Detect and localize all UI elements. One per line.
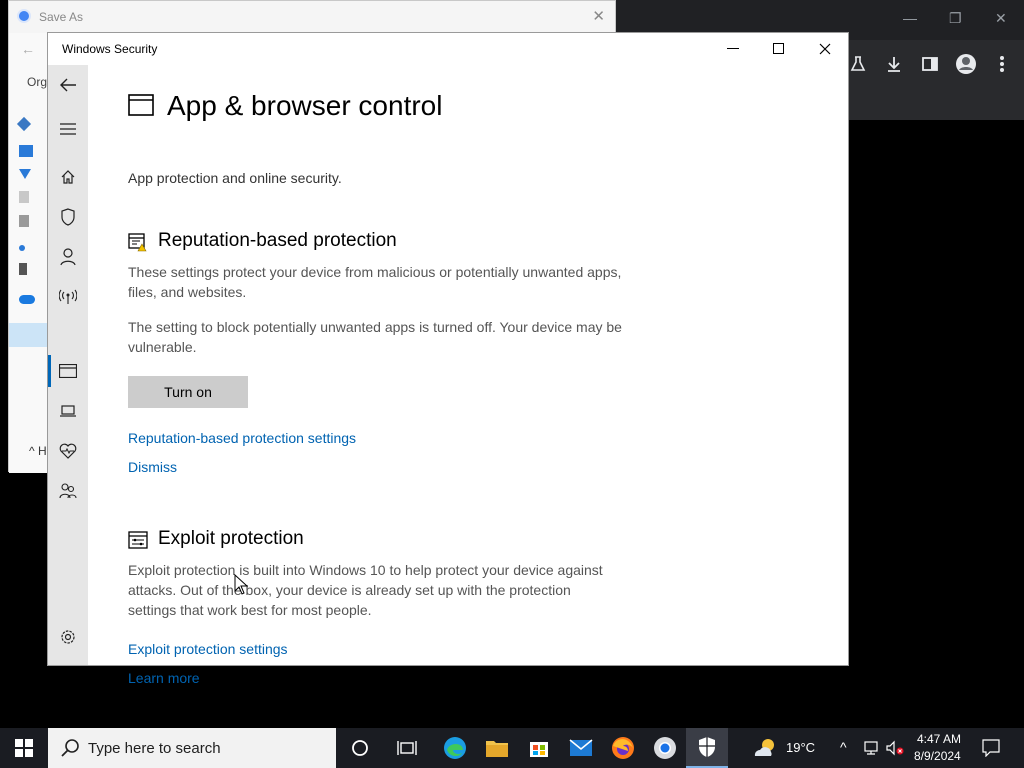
file-explorer-button[interactable] xyxy=(476,728,518,768)
active-nav-indicator xyxy=(48,355,51,387)
store-icon xyxy=(530,742,548,757)
back-arrow-icon[interactable]: ← xyxy=(21,41,35,57)
volume-muted-icon[interactable] xyxy=(886,740,904,756)
reputation-description: These settings protect your device from … xyxy=(128,264,622,300)
titlebar: Windows Security xyxy=(48,33,848,65)
security-shield-icon xyxy=(699,737,715,757)
documents-icon[interactable] xyxy=(19,191,29,203)
hide-folders-label: H xyxy=(37,444,47,458)
mouse-cursor-icon xyxy=(234,574,248,595)
dismiss-link[interactable]: Dismiss xyxy=(128,459,177,475)
sidepanel-icon[interactable] xyxy=(918,52,942,76)
clock-time[interactable]: 4:47 AM xyxy=(917,732,961,746)
search-placeholder: Type here to search xyxy=(88,740,221,757)
videos-icon[interactable] xyxy=(19,263,27,275)
reputation-settings-link[interactable]: Reputation-based protection settings xyxy=(128,430,356,446)
maximize-icon xyxy=(773,43,784,54)
main-content: App & browser control App protection and… xyxy=(128,65,828,686)
window-title: Windows Security xyxy=(62,42,158,56)
chrome-restore-button[interactable]: ❐ xyxy=(949,10,962,27)
app-browser-icon[interactable] xyxy=(56,359,80,383)
windows-security-window: Windows Security App & browser control A… xyxy=(48,33,848,686)
task-view-button[interactable] xyxy=(386,728,428,768)
hide-folders-button[interactable]: ^ H xyxy=(29,444,47,458)
weather-icon[interactable] xyxy=(752,736,780,760)
reputation-warning-icon xyxy=(128,233,147,252)
task-view-icon xyxy=(397,741,417,755)
profile-icon[interactable] xyxy=(954,52,978,76)
shield-icon[interactable] xyxy=(56,205,80,229)
family-options-icon[interactable] xyxy=(56,479,80,503)
chrome-taskbar-button[interactable] xyxy=(644,728,686,768)
save-as-titlebar: Save As ✕ xyxy=(9,1,615,34)
settings-gear-icon[interactable] xyxy=(56,625,80,649)
close-icon xyxy=(819,43,831,55)
mail-button[interactable] xyxy=(560,728,602,768)
taskbar-search-box[interactable]: Type here to search xyxy=(48,728,336,768)
chevron-up-icon[interactable]: ^ xyxy=(840,739,847,755)
windows-security-taskbar-button[interactable] xyxy=(686,728,728,768)
notifications-icon[interactable] xyxy=(982,739,1000,757)
minimize-button[interactable] xyxy=(710,33,756,65)
maximize-button[interactable] xyxy=(756,33,802,65)
save-as-close-icon[interactable]: ✕ xyxy=(592,7,605,25)
temperature[interactable]: 19°C xyxy=(786,740,815,755)
onedrive-icon[interactable] xyxy=(19,295,35,304)
device-health-icon[interactable] xyxy=(56,439,80,463)
firefox-icon xyxy=(612,737,634,759)
download-icon[interactable] xyxy=(882,52,906,76)
desktop-icon[interactable] xyxy=(19,145,33,157)
nav-sidebar xyxy=(48,65,88,665)
turn-on-button[interactable]: Turn on xyxy=(128,376,248,408)
reputation-section-title: Reputation-based protection xyxy=(158,230,397,251)
hamburger-menu-icon[interactable] xyxy=(56,117,80,141)
quick-access-icon[interactable] xyxy=(16,116,32,132)
device-security-icon[interactable] xyxy=(56,399,80,423)
exploit-protection-icon xyxy=(128,531,148,549)
edge-icon xyxy=(444,737,466,759)
windows-logo-icon xyxy=(15,739,33,757)
reputation-warning: The setting to block potentially unwante… xyxy=(128,319,622,355)
taskbar: Type here to search 19°C ^ 4:47 AM 8/9/2… xyxy=(0,728,1024,768)
chrome-minimize-button[interactable]: — xyxy=(903,10,917,26)
firewall-network-icon[interactable] xyxy=(56,285,80,309)
music-icon[interactable] xyxy=(19,245,25,251)
exploit-settings-link[interactable]: Exploit protection settings xyxy=(128,641,288,657)
chrome-logo-icon xyxy=(17,9,31,23)
account-icon[interactable] xyxy=(56,245,80,269)
network-icon[interactable] xyxy=(862,741,880,755)
chrome-icon xyxy=(654,737,676,759)
downloads-icon[interactable] xyxy=(19,169,31,179)
home-icon[interactable] xyxy=(56,165,80,189)
pictures-icon[interactable] xyxy=(19,215,29,227)
flask-icon[interactable] xyxy=(846,52,870,76)
folder-icon xyxy=(486,741,508,757)
edge-button[interactable] xyxy=(434,728,476,768)
save-as-nav-pane: ← xyxy=(9,33,49,473)
exploit-section-title: Exploit protection xyxy=(158,528,304,549)
close-button[interactable] xyxy=(802,33,848,65)
chrome-close-button[interactable]: ✕ xyxy=(995,10,1007,27)
cortana-icon xyxy=(352,740,368,756)
back-arrow-icon[interactable] xyxy=(56,73,80,97)
save-as-title: Save As xyxy=(39,10,84,24)
this-pc-selected-row[interactable] xyxy=(9,323,49,347)
page-title-text: App & browser control xyxy=(167,90,443,121)
learn-more-link[interactable]: Learn more xyxy=(128,670,200,686)
clock-date[interactable]: 8/9/2024 xyxy=(914,749,961,763)
page-subtitle: App protection and online security. xyxy=(128,170,342,186)
store-button[interactable] xyxy=(518,728,560,768)
app-browser-icon xyxy=(128,94,154,116)
minimize-icon xyxy=(727,48,739,49)
firefox-button[interactable] xyxy=(602,728,644,768)
start-button[interactable] xyxy=(0,728,48,768)
more-icon[interactable] xyxy=(990,52,1014,76)
mail-icon xyxy=(569,739,593,756)
cortana-button[interactable] xyxy=(339,728,381,768)
search-icon xyxy=(61,739,79,757)
exploit-description: Exploit protection is built into Windows… xyxy=(128,562,603,618)
